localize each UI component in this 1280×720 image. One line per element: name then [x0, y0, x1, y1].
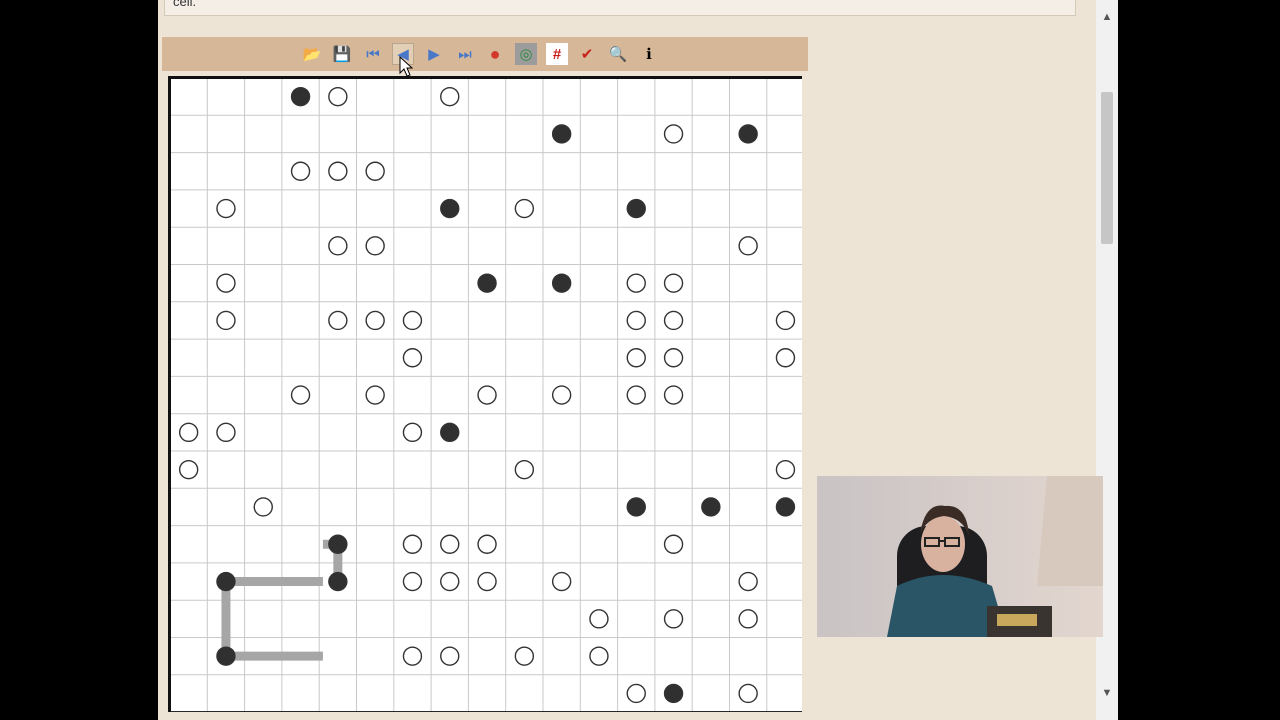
grid-hash-icon[interactable]: #	[546, 43, 568, 65]
puzzle-board[interactable]	[168, 76, 802, 712]
instructions-text: cell.	[173, 0, 197, 9]
white-pearl	[402, 571, 423, 592]
white-pearl	[328, 86, 348, 107]
white-pearl	[663, 534, 684, 554]
white-pearl	[738, 571, 758, 592]
zoom-icon[interactable]: 🔍	[607, 43, 629, 65]
white-pearl	[216, 198, 236, 219]
white-pearl	[402, 534, 423, 554]
info-icon[interactable]: ℹ	[638, 43, 660, 65]
webcam-video	[817, 476, 1103, 637]
scroll-thumb[interactable]	[1101, 92, 1113, 244]
white-pearl	[626, 385, 646, 405]
white-pearl	[253, 497, 273, 517]
target-icon[interactable]: ◎	[515, 43, 537, 65]
white-pearl	[440, 646, 460, 666]
white-pearl	[402, 348, 423, 368]
white-pearl	[290, 161, 311, 181]
white-pearl	[551, 571, 572, 592]
white-pearl	[663, 348, 684, 368]
white-pearl	[626, 348, 646, 368]
white-pearl	[514, 198, 535, 219]
white-pearl	[365, 310, 385, 331]
white-pearl	[514, 459, 535, 480]
white-pearl	[738, 683, 758, 704]
white-pearl	[589, 609, 609, 629]
white-pearl	[775, 459, 796, 480]
white-pearl	[514, 646, 535, 666]
scroll-up-icon[interactable]: ▲	[1096, 8, 1118, 26]
puzzle-toolbar: 📂 💾 ⏮ ◀ ▶ ⏭ ● ◎ # ✔ 🔍 ℹ	[162, 37, 808, 71]
white-pearl	[216, 422, 236, 443]
white-pearl	[775, 310, 796, 331]
white-pearl	[738, 236, 758, 256]
white-pearl	[477, 385, 497, 405]
white-pearl	[365, 161, 385, 181]
white-pearl	[626, 273, 646, 293]
white-pearl	[328, 310, 348, 331]
check-icon[interactable]: ✔	[576, 43, 598, 65]
white-pearl	[626, 310, 646, 331]
white-pearl	[440, 571, 460, 592]
black-pearl	[477, 273, 497, 293]
white-pearl	[663, 609, 684, 629]
white-pearl	[663, 385, 684, 405]
black-pearl	[290, 86, 311, 107]
previous-step-icon[interactable]: ◀	[392, 43, 414, 65]
black-pearl	[551, 273, 572, 293]
black-pearl	[328, 534, 348, 554]
white-pearl	[663, 273, 684, 293]
white-pearl	[290, 385, 311, 405]
black-pearl	[440, 198, 460, 219]
white-pearl	[328, 236, 348, 256]
black-pearl	[701, 497, 721, 517]
white-pearl	[440, 86, 460, 107]
black-pearl	[328, 571, 348, 592]
white-pearl	[365, 236, 385, 256]
white-pearl	[365, 385, 385, 405]
save-icon[interactable]: 💾	[331, 43, 353, 65]
white-pearl	[216, 273, 236, 293]
white-pearl	[178, 459, 199, 480]
open-icon[interactable]: 📂	[301, 43, 323, 65]
presenter-image	[817, 476, 1103, 637]
white-pearl	[551, 385, 572, 405]
white-pearl	[402, 310, 423, 331]
white-pearl	[589, 646, 609, 666]
white-pearl	[626, 683, 646, 704]
white-pearl	[328, 161, 348, 181]
white-pearl	[663, 310, 684, 331]
white-pearl	[775, 348, 796, 368]
next-step-icon[interactable]: ▶	[423, 43, 445, 65]
white-pearl	[402, 646, 423, 666]
white-pearl	[477, 534, 497, 554]
black-pearl	[440, 422, 460, 443]
black-pearl	[216, 571, 236, 592]
masyu-grid[interactable]	[168, 76, 802, 712]
black-pearl	[551, 124, 572, 144]
black-pearl	[626, 497, 646, 517]
white-pearl	[477, 571, 497, 592]
black-pearl	[663, 683, 684, 704]
white-pearl	[178, 422, 199, 443]
last-step-icon[interactable]: ⏭	[454, 43, 476, 65]
color-wheel-icon[interactable]: ●	[484, 43, 506, 65]
white-pearl	[440, 534, 460, 554]
first-step-icon[interactable]: ⏮	[362, 43, 384, 65]
black-pearl	[775, 497, 796, 517]
black-pearl	[738, 124, 758, 144]
instructions-text-box: cell.	[164, 0, 1076, 16]
white-pearl	[402, 422, 423, 443]
black-pearl	[626, 198, 646, 219]
white-pearl	[663, 124, 684, 144]
white-pearl	[216, 310, 236, 331]
black-pearl	[216, 646, 236, 666]
white-pearl	[738, 609, 758, 629]
scroll-down-icon[interactable]: ▼	[1096, 684, 1118, 702]
